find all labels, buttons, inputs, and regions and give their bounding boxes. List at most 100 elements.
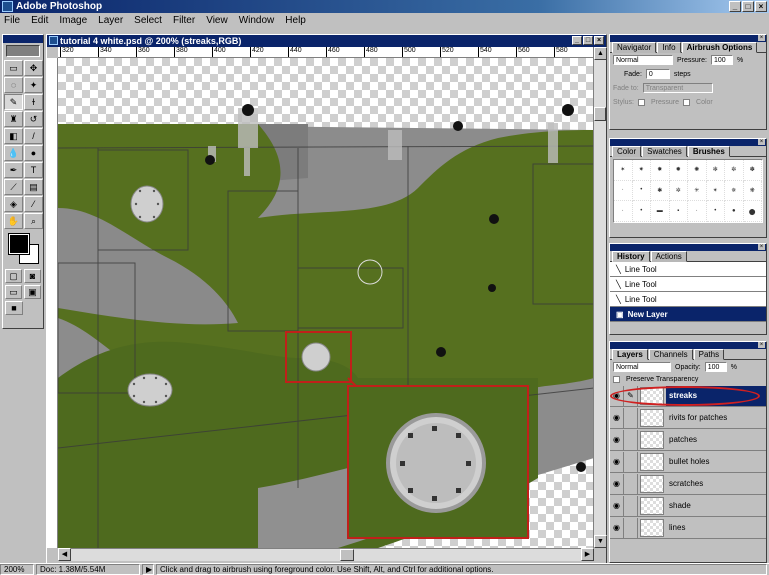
measure-tool-icon[interactable]: ⟋ xyxy=(4,179,23,195)
tab-color[interactable]: Color xyxy=(612,146,642,157)
tab-layers[interactable]: Layers xyxy=(612,349,648,360)
magic-wand-tool-icon[interactable]: ✦ xyxy=(24,77,43,93)
marquee-tool-icon[interactable]: ▭ xyxy=(4,60,23,76)
status-arrow-icon[interactable]: ▶ xyxy=(142,564,154,575)
menu-help[interactable]: Help xyxy=(285,13,306,28)
brush-preset[interactable]: ❋ xyxy=(743,180,762,202)
history-item[interactable]: ▣ New Layer xyxy=(610,307,766,322)
minimize-button[interactable]: _ xyxy=(729,1,741,12)
brush-preset[interactable]: ✸ xyxy=(651,160,670,181)
hand-tool-icon[interactable]: ✋ xyxy=(4,213,23,229)
palette-close-icon[interactable]: × xyxy=(758,244,765,250)
brush-link-icon[interactable] xyxy=(624,517,638,538)
menu-layer[interactable]: Layer xyxy=(98,13,123,28)
history-item[interactable]: ╲ Line Tool xyxy=(610,277,766,292)
palette-close-icon[interactable]: × xyxy=(758,35,765,41)
pressure-input[interactable]: 100 xyxy=(710,55,733,65)
brush-preset[interactable]: ✲ xyxy=(669,180,688,202)
layer-row[interactable]: ◉ bullet holes xyxy=(610,451,766,473)
layer-row[interactable]: ◉ shade xyxy=(610,495,766,517)
brush-link-icon[interactable]: ✎ xyxy=(624,385,638,406)
gradient-tool-icon[interactable]: ▤ xyxy=(24,179,43,195)
tab-channels[interactable]: Channels xyxy=(648,349,693,360)
foreground-color-swatch[interactable] xyxy=(8,233,30,255)
move-tool-icon[interactable]: ✥ xyxy=(24,60,43,76)
ruler-corner[interactable] xyxy=(47,47,58,58)
horizontal-scroll-thumb[interactable] xyxy=(340,549,354,561)
eye-visibility-icon[interactable]: ◉ xyxy=(610,495,624,516)
horizontal-scrollbar[interactable]: ◀ ▶ xyxy=(58,548,594,561)
brush-preset[interactable]: ✴ xyxy=(706,180,725,202)
layer-row[interactable]: ◉ scratches xyxy=(610,473,766,495)
layer-row[interactable]: ◉ rivits for patches xyxy=(610,407,766,429)
brush-preset[interactable]: ✳ xyxy=(688,180,707,202)
eyedropper-tool-icon[interactable]: ⁄ xyxy=(24,196,43,212)
brush-preset[interactable]: · xyxy=(688,201,707,222)
zoom-level[interactable]: 200% xyxy=(0,564,34,575)
tab-history[interactable]: History xyxy=(612,251,650,262)
menu-image[interactable]: Image xyxy=(59,13,87,28)
palette-titlebar[interactable]: × xyxy=(610,342,766,349)
doc-maximize-button[interactable]: □ xyxy=(583,36,593,45)
tab-actions[interactable]: Actions xyxy=(650,251,687,262)
doc-minimize-button[interactable]: _ xyxy=(572,36,582,45)
brush-preset[interactable]: ✱ xyxy=(651,180,670,202)
doc-close-button[interactable]: × xyxy=(594,36,604,45)
palette-close-icon[interactable]: × xyxy=(758,342,765,348)
brush-preset[interactable]: ✹ xyxy=(669,160,688,181)
document-titlebar[interactable]: tutorial 4 white.psd @ 200% (streaks,RGB… xyxy=(47,35,606,47)
layer-row[interactable]: ◉ lines xyxy=(610,517,766,539)
brush-preset[interactable]: ✺ xyxy=(688,160,707,181)
eye-visibility-icon[interactable]: ◉ xyxy=(610,407,624,428)
brush-link-icon[interactable] xyxy=(624,407,638,428)
tab-airbrush-options[interactable]: Airbrush Options xyxy=(681,42,758,53)
image-canvas[interactable] xyxy=(58,58,594,548)
menu-view[interactable]: View xyxy=(206,13,228,28)
brush-preset[interactable]: ✷ xyxy=(632,160,651,181)
brush-preset[interactable]: ✼ xyxy=(725,160,744,181)
brush-link-icon[interactable] xyxy=(624,429,638,450)
standard-screen-icon[interactable]: ▭ xyxy=(5,285,22,299)
eye-visibility-icon[interactable]: ◉ xyxy=(610,451,624,472)
brush-preset[interactable]: ✵ xyxy=(725,180,744,202)
brush-link-icon[interactable] xyxy=(624,495,638,516)
scroll-down-arrow-icon[interactable]: ▼ xyxy=(594,535,607,548)
eye-visibility-icon[interactable]: ◉ xyxy=(610,473,624,494)
paint-bucket-tool-icon[interactable]: ◈ xyxy=(4,196,23,212)
opacity-input[interactable]: 100 xyxy=(704,362,727,372)
pen-tool-icon[interactable]: ✒ xyxy=(4,162,23,178)
standard-mode-icon[interactable]: ▢ xyxy=(5,269,22,283)
full-screen-menu-icon[interactable]: ▣ xyxy=(24,285,41,299)
preserve-transparency-checkbox[interactable] xyxy=(613,376,620,383)
brush-preset[interactable]: · xyxy=(614,201,633,222)
brush-preset[interactable]: ● xyxy=(743,201,762,222)
fade-to-select[interactable]: Transparent xyxy=(642,83,713,93)
stylus-color-checkbox[interactable] xyxy=(683,98,691,106)
tab-paths[interactable]: Paths xyxy=(693,349,725,360)
menu-edit[interactable]: Edit xyxy=(31,13,48,28)
toolbox-titlebar[interactable] xyxy=(3,35,43,43)
full-screen-icon[interactable]: ■ xyxy=(5,301,23,315)
history-item[interactable]: ╲ Line Tool xyxy=(610,262,766,277)
brush-preset[interactable]: ▬ xyxy=(651,201,670,222)
palette-titlebar[interactable]: × xyxy=(610,139,766,146)
eraser-tool-icon[interactable]: ◧ xyxy=(4,128,23,144)
layer-row[interactable]: ◉ patches xyxy=(610,429,766,451)
dodge-tool-icon[interactable]: ● xyxy=(24,145,43,161)
vertical-ruler[interactable] xyxy=(47,58,58,548)
menu-file[interactable]: File xyxy=(4,13,20,28)
brush-preset[interactable]: ▪ xyxy=(669,201,688,222)
fade-input[interactable]: 0 xyxy=(645,69,670,79)
brush-link-icon[interactable] xyxy=(624,473,638,494)
tab-navigator[interactable]: Navigator xyxy=(612,42,657,53)
maximize-button[interactable]: □ xyxy=(742,1,754,12)
brush-preset[interactable]: ✻ xyxy=(706,160,725,181)
doc-size[interactable]: Doc: 1.38M/5.54M xyxy=(36,564,140,575)
quick-mask-mode-icon[interactable]: ◙ xyxy=(24,269,41,283)
lasso-tool-icon[interactable]: ◌ xyxy=(4,77,23,93)
brush-preset[interactable]: • xyxy=(632,180,651,202)
palette-close-icon[interactable]: × xyxy=(758,139,765,145)
blur-tool-icon[interactable]: 💧 xyxy=(4,145,23,161)
eye-visibility-icon[interactable]: ◉ xyxy=(610,385,624,406)
palette-titlebar[interactable]: × xyxy=(610,35,766,42)
